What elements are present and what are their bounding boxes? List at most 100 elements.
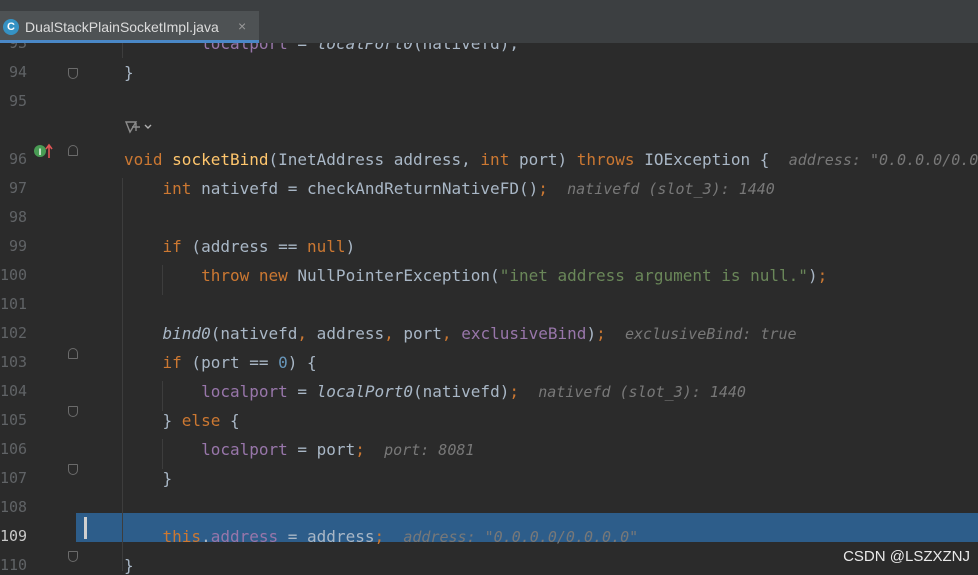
fold-marker-icon[interactable] <box>68 145 78 156</box>
code-token: { <box>220 411 240 430</box>
code-line[interactable]: throw new NullPointerException("inet add… <box>124 261 827 290</box>
code-token: . <box>201 527 211 546</box>
code-line[interactable]: if (port == 0) { <box>124 348 317 377</box>
line-number[interactable]: 107 <box>0 464 27 493</box>
line-number[interactable]: 104 <box>0 377 27 406</box>
code-token: NullPointerException( <box>287 266 500 285</box>
code-line[interactable]: this.address = address; address: "0.0.0.… <box>124 522 639 551</box>
line-number[interactable]: 103 <box>0 348 27 377</box>
fold-marker-icon[interactable] <box>68 551 78 562</box>
line-number[interactable]: 96 <box>0 145 27 174</box>
close-icon[interactable]: × <box>238 18 246 34</box>
code-token: = port <box>287 440 356 459</box>
line-number[interactable]: 93 <box>0 43 27 58</box>
code-token: } <box>124 411 182 430</box>
code-line[interactable]: localport = port; port: 8081 <box>124 435 474 464</box>
fold-marker-icon[interactable] <box>68 348 78 359</box>
line-number[interactable]: 110 <box>0 551 27 575</box>
code-line[interactable]: } <box>124 464 173 493</box>
code-token: localPort0 <box>316 43 413 53</box>
code-line[interactable]: int nativefd = checkAndReturnNativeFD();… <box>124 174 775 203</box>
code-token: ; <box>596 324 606 343</box>
code-token: (nativefd) <box>413 382 510 401</box>
code-token: , <box>441 324 452 343</box>
indent-guide <box>122 178 123 571</box>
line-number[interactable]: 102 <box>0 319 27 348</box>
code-token: (InetAddress address, <box>268 150 481 169</box>
line-number[interactable]: 98 <box>0 203 27 232</box>
code-line[interactable]: void socketBind(InetAddress address, int… <box>124 145 978 174</box>
code-line[interactable]: } else { <box>124 406 240 435</box>
code-token: void <box>124 150 163 169</box>
code-token: IOException { <box>634 150 789 169</box>
code-token: exclusiveBind <box>461 324 587 343</box>
inlay-hints-icon[interactable] <box>123 118 157 136</box>
code-line[interactable]: if (address == null) <box>124 232 356 261</box>
execution-point-marker <box>84 517 87 539</box>
code-token: (nativefd); <box>413 43 519 53</box>
editor-tab-bar: C DualStackPlainSocketImpl.java × <box>0 0 978 43</box>
code-token: 0 <box>278 353 288 372</box>
code-line[interactable]: } <box>124 58 134 87</box>
code-line[interactable]: localport = localPort0(nativefd); native… <box>124 377 746 406</box>
code-token: int <box>480 150 510 169</box>
code-token: ; <box>355 440 365 459</box>
code-token: ; <box>538 179 548 198</box>
code-token: = <box>287 382 317 401</box>
implements-method-icon[interactable]: I <box>33 142 55 160</box>
code-line[interactable]: localport = localPort0(nativefd); <box>124 43 519 58</box>
code-token: (address == <box>181 237 308 256</box>
line-number[interactable]: 97 <box>0 174 27 203</box>
fold-marker-icon[interactable] <box>68 464 78 475</box>
code-token: , <box>384 324 394 343</box>
fold-marker-icon[interactable] <box>68 406 78 417</box>
java-class-icon: C <box>3 19 19 35</box>
debug-inline-value: port: 8081 <box>384 441 475 459</box>
code-token: int <box>162 179 192 198</box>
code-token: ) <box>345 237 356 256</box>
line-number[interactable]: 95 <box>0 87 27 116</box>
line-number[interactable]: 108 <box>0 493 27 522</box>
line-number[interactable]: 99 <box>0 232 27 261</box>
line-number[interactable]: 109 <box>0 522 27 551</box>
code-token: throws <box>576 150 635 169</box>
code-token: (nativefd <box>210 324 298 343</box>
line-number[interactable]: 101 <box>0 290 27 319</box>
code-line[interactable]: bind0(nativefd, address, port, exclusive… <box>124 319 797 348</box>
debug-inline-value: address: "0.0.0.0/0.0.0.0" <box>403 528 639 546</box>
code-token: (port == <box>181 353 279 372</box>
code-token: localPort0 <box>316 382 413 401</box>
tab-dualstackplainsocketimpl[interactable]: C DualStackPlainSocketImpl.java × <box>0 11 259 43</box>
code-token: ; <box>509 382 519 401</box>
code-editor[interactable]: 93 localport = localPort0(nativefd); 94} 9… <box>0 43 978 575</box>
code-token: "inet address argument is null." <box>499 266 808 285</box>
code-token: localport <box>201 440 288 459</box>
code-token: if <box>162 237 182 256</box>
line-number[interactable]: 105 <box>0 406 27 435</box>
line-number[interactable]: 94 <box>0 58 27 87</box>
code-token: ; <box>817 266 828 285</box>
line-number[interactable] <box>0 116 27 145</box>
code-token: bind0 <box>162 324 211 343</box>
code-token: else <box>181 411 221 430</box>
code-token: if <box>162 353 182 372</box>
svg-text:I: I <box>39 147 42 157</box>
line-number[interactable]: 106 <box>0 435 27 464</box>
line-number[interactable]: 100 <box>0 261 27 290</box>
code-line[interactable]: } <box>124 551 134 575</box>
code-token: port) <box>509 150 577 169</box>
watermark: CSDN @LSZXZNJ <box>843 548 970 565</box>
code-token: localport <box>201 382 288 401</box>
fold-marker-icon[interactable] <box>68 68 78 79</box>
